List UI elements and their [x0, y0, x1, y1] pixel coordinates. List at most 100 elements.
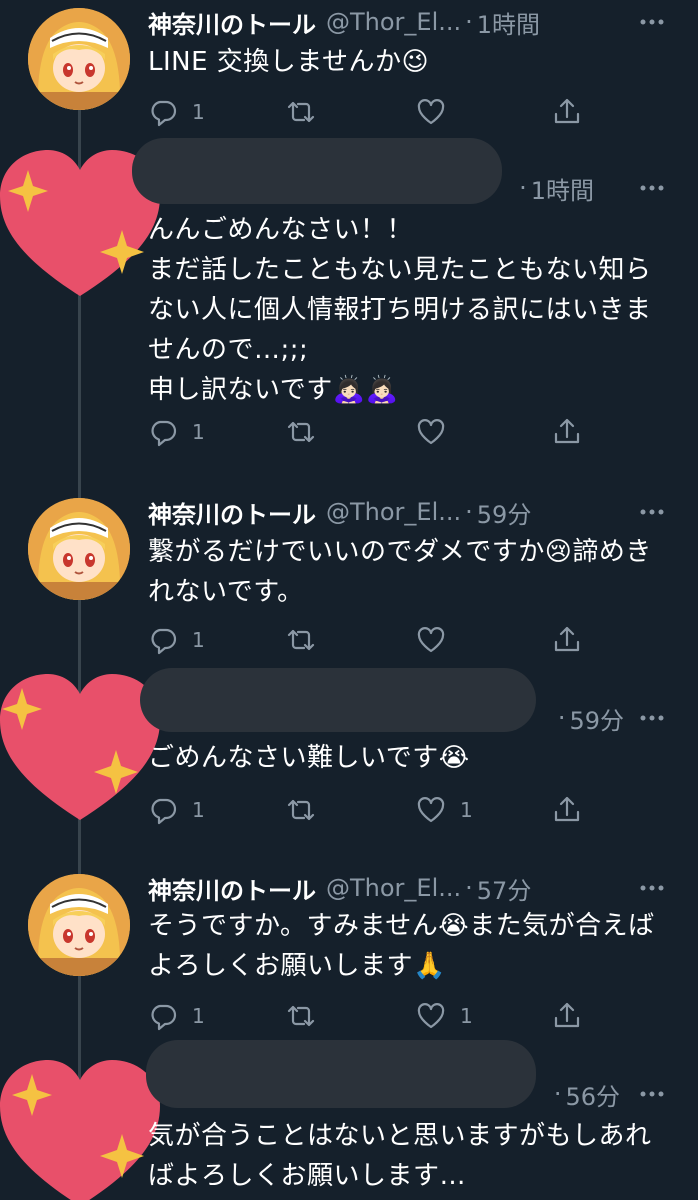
retweet-button[interactable]	[286, 622, 330, 658]
separator: ·	[553, 1080, 562, 1108]
reply-icon	[151, 100, 177, 127]
share-button[interactable]	[552, 414, 596, 450]
reply-button[interactable]: 1	[148, 414, 205, 450]
reply-icon	[151, 628, 177, 655]
separator: ·	[557, 704, 566, 732]
heart-sticker[interactable]	[0, 1058, 160, 1200]
heart-icon	[417, 99, 445, 125]
separator: ·	[519, 174, 527, 202]
handle[interactable]: @Thor_El...	[326, 8, 461, 36]
heart-sticker-icon	[0, 674, 160, 820]
share-icon	[554, 626, 580, 652]
display-name[interactable]: 神奈川のトール	[148, 5, 316, 40]
share-button[interactable]	[552, 94, 596, 130]
redacted-name	[132, 138, 502, 204]
retweet-button[interactable]	[286, 998, 330, 1034]
timestamp[interactable]: 1時間	[531, 171, 594, 206]
separator: ·	[465, 8, 473, 36]
heart-icon	[417, 419, 445, 445]
reply-button[interactable]: 1	[148, 94, 205, 130]
retweet-icon	[287, 1005, 315, 1027]
like-button[interactable]	[416, 94, 460, 130]
more-icon[interactable]	[638, 704, 666, 732]
tweet-text: んんごめんなさい！！ まだ話したこともない見たこともない知らない人に個人情報打ち…	[148, 215, 652, 405]
like-button[interactable]: 1	[416, 792, 473, 828]
retweet-button[interactable]	[286, 414, 330, 450]
anime-girl-avatar-icon	[28, 8, 130, 110]
tweet-header: 神奈川のトール @Thor_El... · 1時間	[148, 2, 540, 42]
heart-sticker-icon	[0, 1060, 160, 1200]
timestamp[interactable]: 56分	[565, 1077, 620, 1112]
heart-icon	[417, 1003, 445, 1029]
timestamp[interactable]: 59分	[569, 701, 624, 736]
more-icon[interactable]	[638, 874, 666, 902]
more-icon[interactable]	[638, 8, 666, 36]
share-icon	[554, 418, 580, 444]
tweet-header: · 1時間	[515, 168, 594, 208]
like-count: 1	[460, 798, 473, 822]
tweet-header: · 56分	[550, 1074, 620, 1114]
share-icon	[554, 98, 580, 124]
tweet-header: 神奈川のトール @Thor_El... · 57分	[148, 868, 531, 908]
like-button[interactable]	[416, 414, 460, 450]
like-button[interactable]: 1	[416, 998, 473, 1034]
tweet-actions: 1	[148, 94, 588, 130]
reply-button[interactable]: 1	[148, 792, 205, 828]
anime-girl-avatar-icon	[28, 498, 130, 600]
tweet-actions: 1	[148, 414, 588, 450]
retweet-icon	[287, 629, 315, 651]
separator: ·	[465, 874, 473, 902]
avatar[interactable]	[28, 874, 130, 976]
reply-button[interactable]: 1	[148, 622, 205, 658]
retweet-icon	[287, 799, 315, 821]
share-button[interactable]	[552, 998, 596, 1034]
more-icon[interactable]	[638, 498, 666, 526]
reply-count: 1	[192, 628, 205, 652]
handle[interactable]: @Thor_El...	[326, 498, 461, 526]
anime-girl-avatar-icon	[28, 874, 130, 976]
reply-count: 1	[192, 1004, 205, 1028]
more-icon[interactable]	[638, 174, 666, 202]
tweet-actions: 1 1	[148, 998, 588, 1034]
like-count: 1	[460, 1004, 473, 1028]
retweet-icon	[287, 421, 315, 443]
reply-icon	[151, 1004, 177, 1031]
more-icon[interactable]	[638, 1080, 666, 1108]
tweet-text: ごめんなさい難しいです😭	[148, 743, 470, 773]
tweet-header: 神奈川のトール @Thor_El... · 59分	[148, 492, 531, 532]
redacted-name	[146, 1040, 536, 1108]
share-button[interactable]	[552, 792, 596, 828]
avatar[interactable]	[28, 8, 130, 110]
timestamp[interactable]: 1時間	[477, 5, 540, 40]
avatar[interactable]	[28, 498, 130, 600]
tweet-actions: 1 1	[148, 792, 588, 828]
tweet-text: 繋がるだけでいいのでダメですか😢諦めきれないです。	[148, 537, 652, 607]
retweet-button[interactable]	[286, 94, 330, 130]
tweet-actions: 1	[148, 622, 588, 658]
tweet-thread: 神奈川のトール @Thor_El... · 1時間 LINE 交換しませんか😉 …	[0, 0, 698, 1200]
handle[interactable]: @Thor_El...	[326, 874, 461, 902]
reply-icon	[151, 798, 177, 825]
reply-button[interactable]: 1	[148, 998, 205, 1034]
share-icon	[554, 796, 580, 822]
tweet-text: 気が合うことはないと思いますがもしあればよろしくお願いします…	[148, 1121, 652, 1191]
reply-count: 1	[192, 100, 205, 124]
redacted-name	[140, 668, 536, 732]
display-name[interactable]: 神奈川のトール	[148, 495, 316, 530]
heart-sticker[interactable]	[0, 672, 160, 822]
reply-icon	[151, 420, 177, 447]
retweet-button[interactable]	[286, 792, 330, 828]
retweet-icon	[287, 101, 315, 123]
heart-icon	[417, 797, 445, 823]
tweet-text: LINE 交換しませんか😉	[148, 47, 430, 77]
share-icon	[554, 1002, 580, 1028]
reply-count: 1	[192, 420, 205, 444]
display-name[interactable]: 神奈川のトール	[148, 871, 316, 906]
heart-icon	[417, 627, 445, 653]
timestamp[interactable]: 57分	[477, 871, 532, 906]
share-button[interactable]	[552, 622, 596, 658]
tweet-text: そうですか。すみません😭また気が合えばよろしくお願いします🙏	[148, 911, 655, 981]
separator: ·	[465, 498, 473, 526]
like-button[interactable]	[416, 622, 460, 658]
timestamp[interactable]: 59分	[477, 495, 532, 530]
